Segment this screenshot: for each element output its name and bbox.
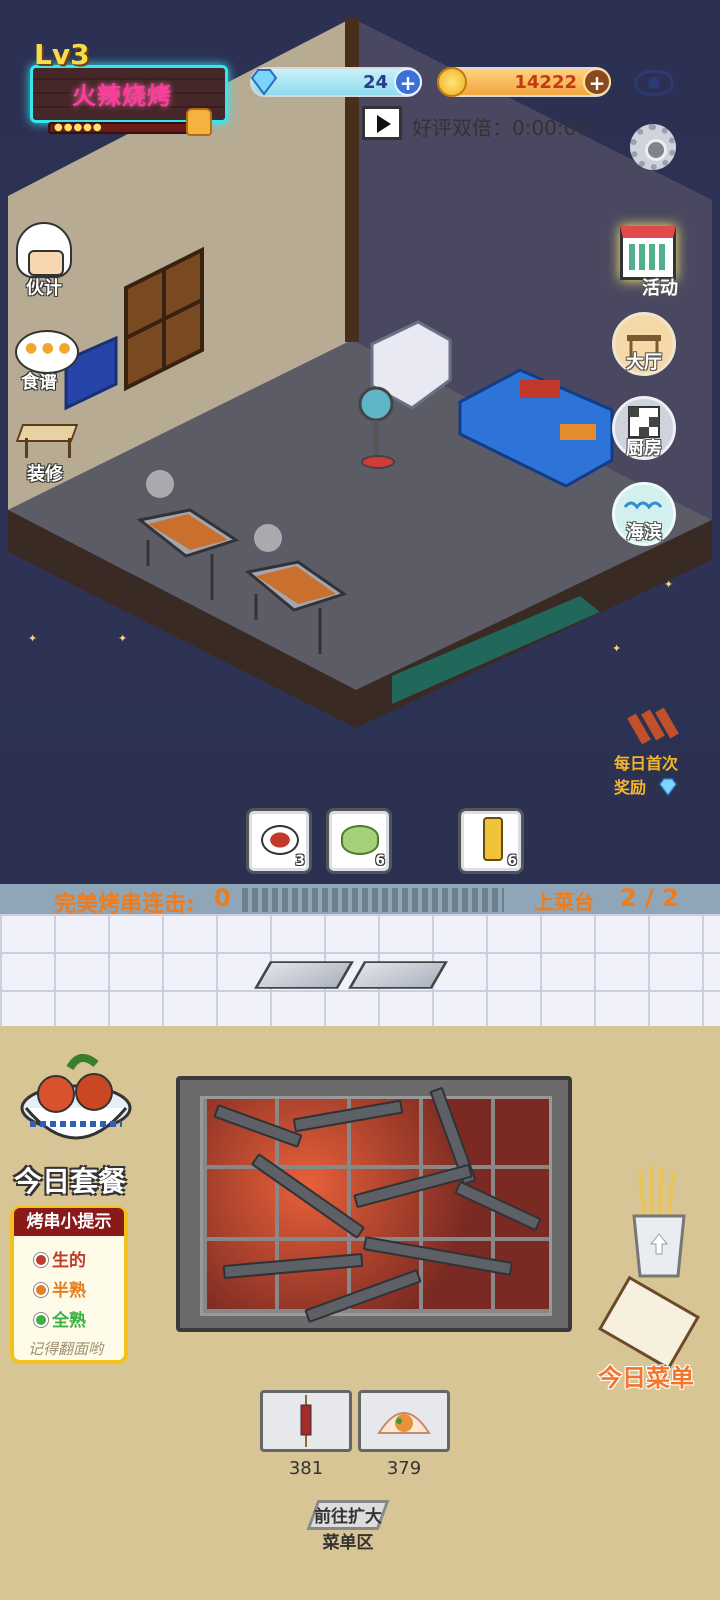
skewer-tips-card: 烤串小提示 生的 半熟 全熟 记得翻面哟	[10, 1206, 128, 1364]
level-text: Lv3	[34, 38, 90, 71]
daily-reward-label-1[interactable]: 每日首次	[614, 750, 678, 774]
gem-counter: 24 +	[250, 67, 422, 97]
menu-count-scallop: 379	[386, 1458, 422, 1479]
expand-label-1: 前往扩大	[314, 1507, 382, 1527]
tip-done: 全熟	[34, 1306, 86, 1331]
menu-slot-skewer[interactable]	[260, 1390, 352, 1452]
coin-icon	[437, 67, 467, 97]
diamond-icon	[250, 69, 278, 96]
charcoal-stick	[292, 1099, 404, 1133]
decor-label: 装修	[27, 464, 63, 485]
set-meal-bowl-icon[interactable]	[16, 1048, 136, 1156]
ingredient-slot-beer[interactable]: 6	[458, 808, 524, 874]
cucumber-icon	[341, 825, 379, 855]
ingredient-count: 6	[375, 853, 385, 869]
hall-label: 大厅	[626, 352, 662, 373]
ingredient-count: 3	[295, 853, 305, 869]
decor-button[interactable]: 装修	[10, 420, 80, 486]
thumbs-up-icon	[186, 108, 212, 136]
skewer-sticks-cup-icon[interactable]	[630, 1160, 688, 1278]
raw-dot-icon	[34, 1253, 48, 1267]
eye-icon[interactable]	[634, 70, 674, 96]
add-gems-button[interactable]: +	[394, 68, 422, 96]
gold-value: 14222	[514, 72, 577, 93]
sauce-bowl-icon	[261, 825, 299, 855]
gem-value: 24	[362, 72, 388, 93]
daily-reward-label-2[interactable]: 奖励	[614, 774, 646, 798]
recipe-button[interactable]: 食谱	[12, 330, 82, 394]
charcoal-stick	[304, 1268, 422, 1324]
tip-raw: 生的	[34, 1246, 86, 1271]
meat-skewer-icon	[300, 1395, 312, 1447]
level-progress-bar: ●●●●●	[48, 122, 198, 134]
charcoal-stick	[250, 1152, 366, 1240]
video-play-icon[interactable]	[362, 106, 402, 140]
expand-menu-area-button[interactable]: 前往扩大 菜单区	[302, 1498, 394, 1556]
chef-icon	[16, 222, 72, 278]
today-menu-label[interactable]: 今日菜单	[598, 1358, 694, 1393]
double-reward-timer[interactable]: 好评双倍：0:00:00	[412, 112, 589, 141]
done-dot-icon	[34, 1313, 48, 1327]
skewer-icon	[15, 330, 79, 374]
table-icon	[15, 420, 75, 460]
set-meal-label[interactable]: 今日套餐	[14, 1160, 126, 1200]
combo-progress-bar	[242, 888, 504, 912]
charcoal-stick	[362, 1236, 514, 1276]
expand-label-2: 菜单区	[322, 1533, 374, 1553]
serving-tray[interactable]	[348, 961, 448, 989]
serve-counter-value: 2 / 2	[620, 884, 679, 912]
beach-label: 海滨	[626, 522, 662, 543]
serve-counter-label: 上菜台	[534, 890, 594, 914]
staff-button[interactable]: 伙计	[12, 222, 76, 300]
ingredient-count: 6	[507, 853, 517, 869]
add-gold-button[interactable]: +	[583, 68, 611, 96]
charcoal-stick	[213, 1104, 303, 1148]
standing-fan	[358, 386, 394, 422]
kitchen-label: 厨房	[626, 438, 662, 459]
ingredient-slot-cucumber[interactable]: 6	[326, 808, 392, 874]
combo-value: 0	[214, 884, 231, 912]
calendar-icon[interactable]	[620, 226, 676, 280]
grill-grate[interactable]	[200, 1086, 552, 1324]
charcoal-stick	[454, 1180, 542, 1232]
charcoal-stick	[222, 1252, 364, 1280]
gold-counter: 14222 +	[437, 67, 611, 97]
tips-title: 烤串小提示	[14, 1208, 124, 1236]
tips-footer: 记得翻面哟	[28, 1340, 104, 1358]
menu-count-skewer: 381	[288, 1458, 324, 1479]
beer-bottle-icon	[483, 817, 503, 861]
ingredient-slot-sauce[interactable]: 3	[246, 808, 312, 874]
serving-tray[interactable]	[254, 961, 354, 989]
charcoal-grill[interactable]	[176, 1076, 572, 1332]
tip-medium: 半熟	[34, 1276, 86, 1301]
gear-icon[interactable]	[630, 124, 676, 170]
diamond-icon	[658, 778, 678, 797]
scallop-icon	[377, 1412, 431, 1434]
charcoal-stick	[353, 1163, 473, 1209]
skewers-reward-icon[interactable]	[626, 700, 682, 750]
menu-slot-scallop[interactable]	[358, 1390, 450, 1452]
shop-name: 火辣烧烤	[72, 82, 172, 110]
activity-label[interactable]: 活动	[642, 274, 678, 300]
restaurant-room-scene	[8, 18, 712, 728]
medium-dot-icon	[34, 1283, 48, 1297]
